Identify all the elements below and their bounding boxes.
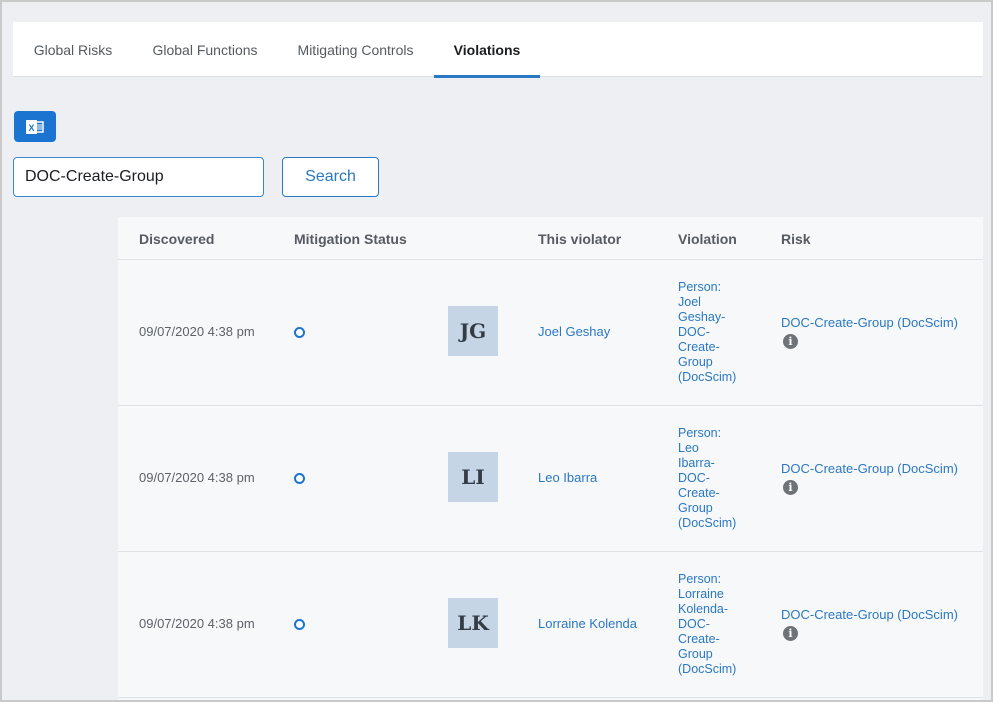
violator-link[interactable]: Joel Geshay (538, 324, 610, 339)
violation-link[interactable]: Person: Lorraine Kolenda- DOC- Create- G… (678, 572, 748, 677)
tab-bar: Global Risks Global Functions Mitigating… (13, 22, 983, 78)
risk-link[interactable]: DOC-Create-Group (DocScim) (781, 315, 958, 330)
avatar: JG (448, 306, 498, 356)
violations-table: Discovered Mitigation Status This violat… (118, 217, 983, 700)
mitigation-status-icon (294, 327, 305, 338)
info-icon[interactable]: i (783, 480, 798, 495)
search-button[interactable]: Search (282, 157, 379, 197)
info-icon[interactable]: i (783, 334, 798, 349)
tab-global-risks[interactable]: Global Risks (13, 22, 133, 77)
table-header: Discovered Mitigation Status This violat… (118, 217, 983, 260)
discovered-date: 09/07/2020 4:38 pm (139, 470, 255, 485)
column-header-risk[interactable]: Risk (781, 231, 811, 247)
column-header-violation[interactable]: Violation (678, 231, 737, 247)
table-row: 09/07/2020 4:38 pm LK Lorraine Kolenda P… (118, 552, 983, 698)
violator-link[interactable]: Leo Ibarra (538, 470, 597, 485)
table-row: 09/07/2020 4:38 pm LI Leo Ibarra Person:… (118, 406, 983, 552)
column-header-violator[interactable]: This violator (538, 231, 621, 247)
table-row: 09/07/2020 4:38 pm JG Joel Geshay Person… (118, 260, 983, 406)
mitigation-status-icon (294, 473, 305, 484)
risk-link[interactable]: DOC-Create-Group (DocScim) (781, 607, 958, 622)
tab-violations[interactable]: Violations (434, 22, 540, 78)
svg-text:X: X (28, 123, 34, 133)
discovered-date: 09/07/2020 4:38 pm (139, 616, 255, 631)
tab-global-functions[interactable]: Global Functions (133, 22, 277, 77)
violation-link[interactable]: Person: Leo Ibarra- DOC- Create- Group (… (678, 426, 748, 531)
avatar: LI (448, 452, 498, 502)
excel-export-button[interactable]: X (14, 111, 56, 142)
mitigation-status-icon (294, 619, 305, 630)
search-input[interactable] (13, 157, 264, 197)
discovered-date: 09/07/2020 4:38 pm (139, 324, 255, 339)
column-header-mitigation-status[interactable]: Mitigation Status (294, 231, 407, 247)
avatar: LK (448, 598, 498, 648)
app-window: Global Risks Global Functions Mitigating… (0, 0, 993, 702)
info-icon[interactable]: i (783, 626, 798, 641)
risk-link[interactable]: DOC-Create-Group (DocScim) (781, 461, 958, 476)
column-header-discovered[interactable]: Discovered (139, 231, 214, 247)
excel-export-icon: X (26, 119, 44, 134)
violator-link[interactable]: Lorraine Kolenda (538, 616, 637, 631)
tab-mitigating-controls[interactable]: Mitigating Controls (277, 22, 434, 77)
violation-link[interactable]: Person: Joel Geshay- DOC- Create- Group … (678, 280, 748, 385)
